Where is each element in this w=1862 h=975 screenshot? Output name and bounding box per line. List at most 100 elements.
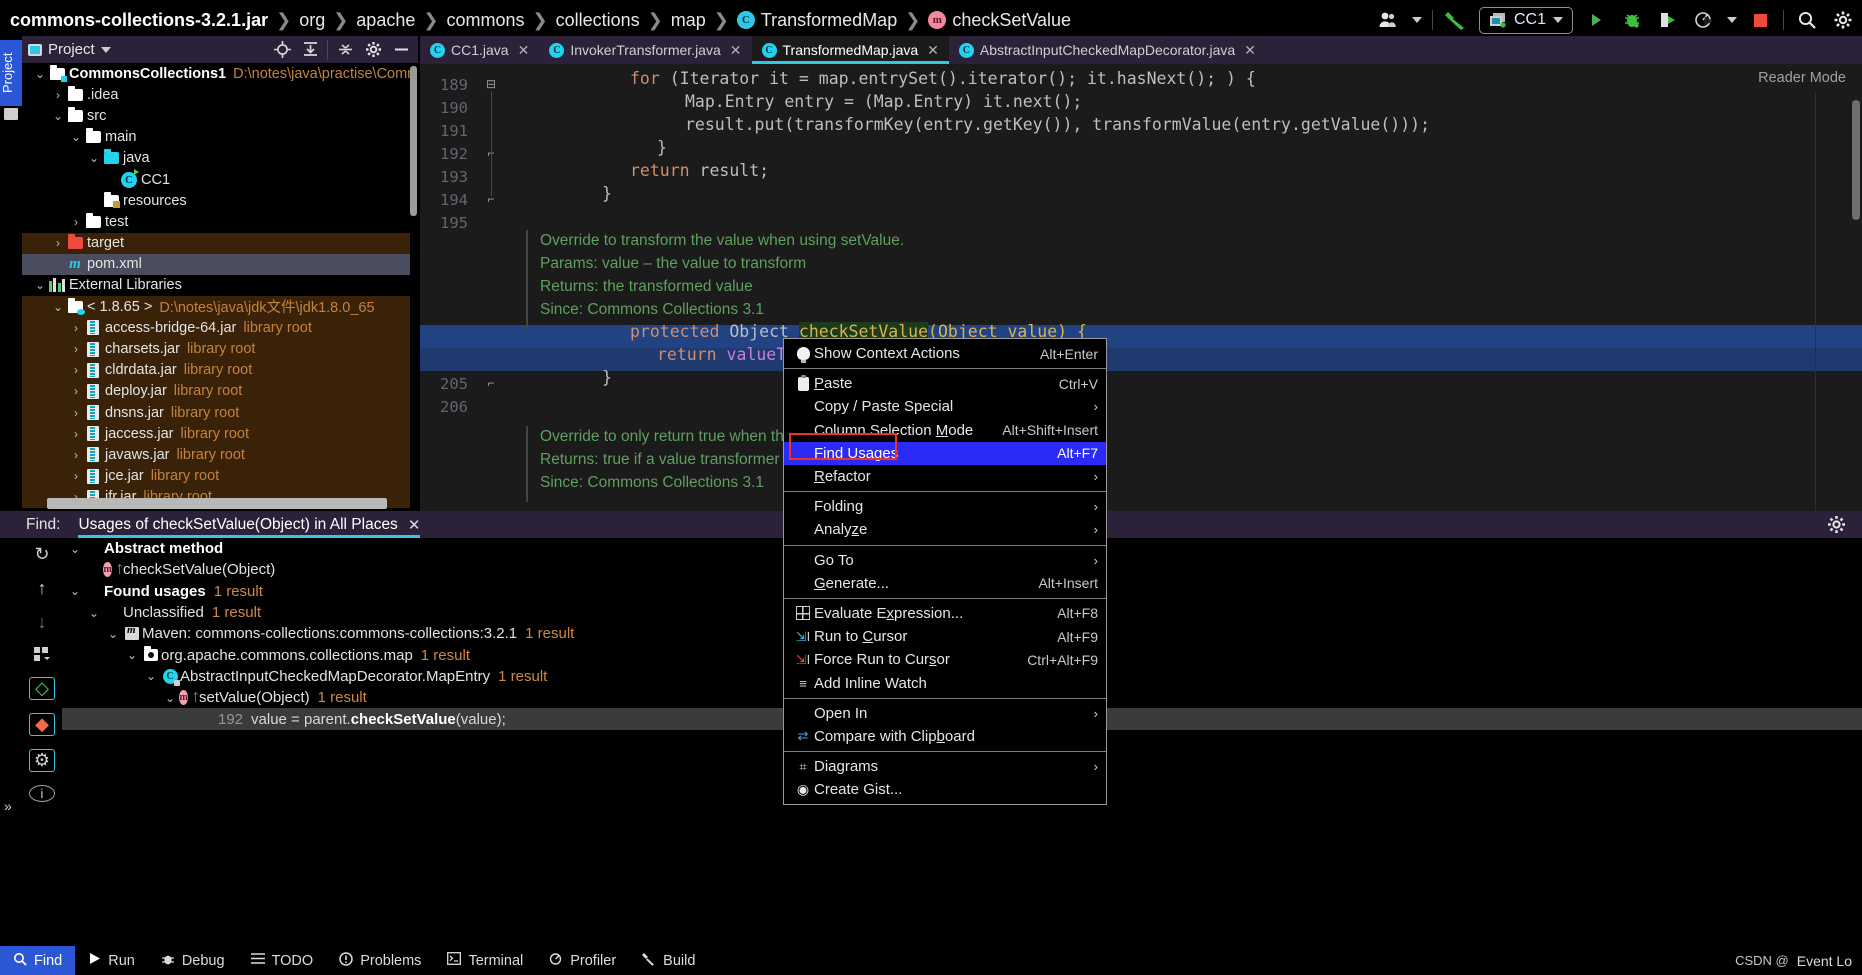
context-menu-item[interactable]: Refactor ›	[784, 465, 1106, 488]
settings-gear-icon[interactable]	[1830, 7, 1856, 33]
tree-expand-arrow[interactable]: ›	[68, 342, 84, 356]
project-tree-row[interactable]: › access-bridge-64.jar library root	[22, 317, 410, 339]
next-occurrence-icon[interactable]: ↓	[29, 612, 55, 633]
editor-code-area[interactable]: 189 190 191 192 193 194 195 203 204 205 …	[420, 64, 1862, 511]
project-folder-icon[interactable]	[4, 108, 18, 120]
context-menu-item[interactable]: Go To ›	[784, 549, 1106, 572]
debug-icon[interactable]	[1619, 7, 1645, 33]
project-tree-row[interactable]: › test	[22, 211, 410, 232]
more-tool-windows-icon[interactable]: »	[4, 798, 12, 814]
breadcrumb-item-apache[interactable]: apache	[356, 10, 415, 31]
project-tree-row[interactable]: › javaws.jar library root	[22, 444, 410, 466]
search-everywhere-icon[interactable]	[1794, 7, 1820, 33]
tree-expand-arrow[interactable]: ›	[68, 427, 84, 441]
project-tree-row[interactable]: resources	[22, 190, 410, 211]
tree-expand-arrow[interactable]: ›	[68, 384, 84, 398]
collapse-all-icon[interactable]: ◆	[29, 713, 55, 736]
project-tree-row[interactable]: › target	[22, 232, 410, 254]
context-menu-item[interactable]: ⌗ Diagrams ›	[784, 755, 1106, 778]
context-menu-item[interactable]: ⇲I Run to Cursor Alt+F9	[784, 625, 1106, 648]
tree-expand-arrow[interactable]: ⌄	[66, 584, 84, 598]
locate-icon[interactable]	[271, 39, 293, 61]
status-bar-run[interactable]: Run	[75, 946, 148, 975]
editor-vertical-scrollbar[interactable]	[1852, 100, 1860, 220]
editor-tab[interactable]: C CC1.java ✕	[420, 36, 539, 64]
project-vertical-scrollbar[interactable]	[410, 66, 417, 216]
context-menu-item[interactable]: Copy / Paste Special ›	[784, 395, 1106, 418]
run-configuration-selector[interactable]: CC1	[1478, 6, 1573, 34]
close-icon[interactable]: ✕	[730, 42, 742, 59]
tree-expand-arrow[interactable]: ›	[50, 236, 66, 250]
project-tree[interactable]: ⌄ CommonsCollections1 D:\notes\java\practi…	[22, 63, 410, 511]
context-menu-item[interactable]: Column Selection Mode Alt+Shift+Insert	[784, 419, 1106, 442]
close-icon[interactable]: ✕	[927, 42, 939, 59]
status-bar-todo[interactable]: TODO	[238, 946, 327, 975]
tree-expand-arrow[interactable]: ⌄	[50, 109, 66, 123]
breadcrumb-item-class[interactable]: C TransformedMap	[736, 10, 897, 31]
close-icon[interactable]: ✕	[518, 42, 530, 59]
status-bar-build[interactable]: Build	[629, 946, 708, 975]
project-tree-row[interactable]: C CC1	[22, 168, 410, 190]
project-tree-row[interactable]: › cldrdata.jar library root	[22, 359, 410, 381]
project-tree-row[interactable]: › dnsns.jar library root	[22, 402, 410, 424]
chevron-down-icon[interactable]	[100, 46, 111, 53]
project-tree-row[interactable]: ⌄ < 1.8.65 > D:\notes\java\jdk文件\jdk1.8.0_…	[22, 296, 410, 318]
context-menu-item[interactable]: ≡ Add Inline Watch	[784, 671, 1106, 694]
hammer-build-icon[interactable]	[1443, 7, 1469, 33]
gear-icon[interactable]	[362, 39, 384, 61]
context-menu-item[interactable]: Show Context Actions Alt+Enter	[784, 342, 1106, 365]
prev-occurrence-icon[interactable]: ↑	[29, 578, 55, 599]
tree-expand-arrow[interactable]: ›	[68, 448, 84, 462]
context-menu-item[interactable]: Analyze ›	[784, 518, 1106, 541]
run-icon[interactable]	[1583, 7, 1609, 33]
breadcrumb-item-method[interactable]: m checkSetValue	[928, 10, 1071, 31]
project-tree-row[interactable]: m pom.xml	[22, 253, 410, 275]
status-bar-find[interactable]: Find	[0, 946, 76, 975]
context-menu-item[interactable]: ◉ Create Gist...	[784, 778, 1106, 801]
breadcrumb-item-collections[interactable]: collections	[556, 10, 640, 31]
tree-expand-arrow[interactable]: ›	[68, 469, 84, 483]
tree-expand-arrow[interactable]: ⌄	[161, 691, 179, 705]
tree-expand-arrow[interactable]: ⌄	[32, 278, 48, 292]
fold-marker-icon[interactable]: ⊟	[484, 77, 498, 91]
collapse-all-icon[interactable]	[334, 39, 356, 61]
find-results-tab[interactable]: Usages of checkSetValue(Object) in All P…	[78, 511, 420, 538]
tree-expand-arrow[interactable]: ›	[68, 321, 84, 335]
project-tree-row[interactable]: ⌄ External Libraries	[22, 275, 410, 296]
editor-tab[interactable]: C AbstractInputCheckedMapDecorator.java ✕	[949, 36, 1266, 64]
editor-tab[interactable]: C TransformedMap.java ✕	[751, 36, 950, 64]
project-tree-row[interactable]: › jaccess.jar library root	[22, 423, 410, 445]
status-bar-terminal[interactable]: Terminal	[434, 946, 536, 975]
project-tree-row[interactable]: › charsets.jar library root	[22, 338, 410, 360]
tree-expand-arrow[interactable]: ⌄	[142, 669, 160, 683]
breadcrumb-item-map[interactable]: map	[671, 10, 706, 31]
tree-expand-arrow[interactable]: ›	[50, 88, 66, 102]
breadcrumb-item-jar[interactable]: commons-collections-3.2.1.jar	[10, 10, 268, 31]
tree-expand-arrow[interactable]: ⌄	[85, 606, 103, 620]
event-log-label[interactable]: Event Lo	[1797, 953, 1852, 969]
profiler-dropdown-caret[interactable]	[1727, 17, 1737, 23]
fold-marker-icon[interactable]: ⌐	[484, 376, 498, 390]
hide-panel-icon[interactable]	[390, 39, 412, 61]
project-horizontal-scrollbar[interactable]	[47, 498, 387, 509]
breadcrumb-item-org[interactable]: org	[299, 10, 325, 31]
context-menu-item[interactable]: Find Usages Alt+F7	[784, 441, 1106, 465]
project-tree-row[interactable]: ⌄ main	[22, 127, 410, 148]
editor-tab[interactable]: C InvokerTransformer.java ✕	[539, 36, 751, 64]
tree-expand-arrow[interactable]: ⌄	[66, 542, 84, 556]
status-bar-profiler[interactable]: Profiler	[536, 946, 629, 975]
context-menu-item[interactable]: Generate... Alt+Insert	[784, 572, 1106, 595]
sidebar-item-project[interactable]: Project	[0, 40, 22, 106]
users-dropdown-caret[interactable]	[1411, 17, 1422, 23]
project-tree-row[interactable]: ⌄ java	[22, 148, 410, 169]
context-menu-item[interactable]: ⇄ Compare with Clipboard	[784, 725, 1106, 748]
tree-expand-arrow[interactable]: ›	[68, 363, 84, 377]
expand-all-icon[interactable]	[299, 39, 321, 61]
project-tree-row[interactable]: ⌄ src	[22, 105, 410, 126]
chevron-down-icon[interactable]	[1553, 17, 1563, 23]
close-icon[interactable]: ✕	[408, 516, 421, 534]
run-with-coverage-icon[interactable]	[1655, 7, 1681, 33]
close-icon[interactable]: ✕	[1244, 42, 1256, 59]
status-bar-debug[interactable]: Debug	[148, 946, 238, 975]
context-menu-item[interactable]: Folding ›	[784, 495, 1106, 518]
